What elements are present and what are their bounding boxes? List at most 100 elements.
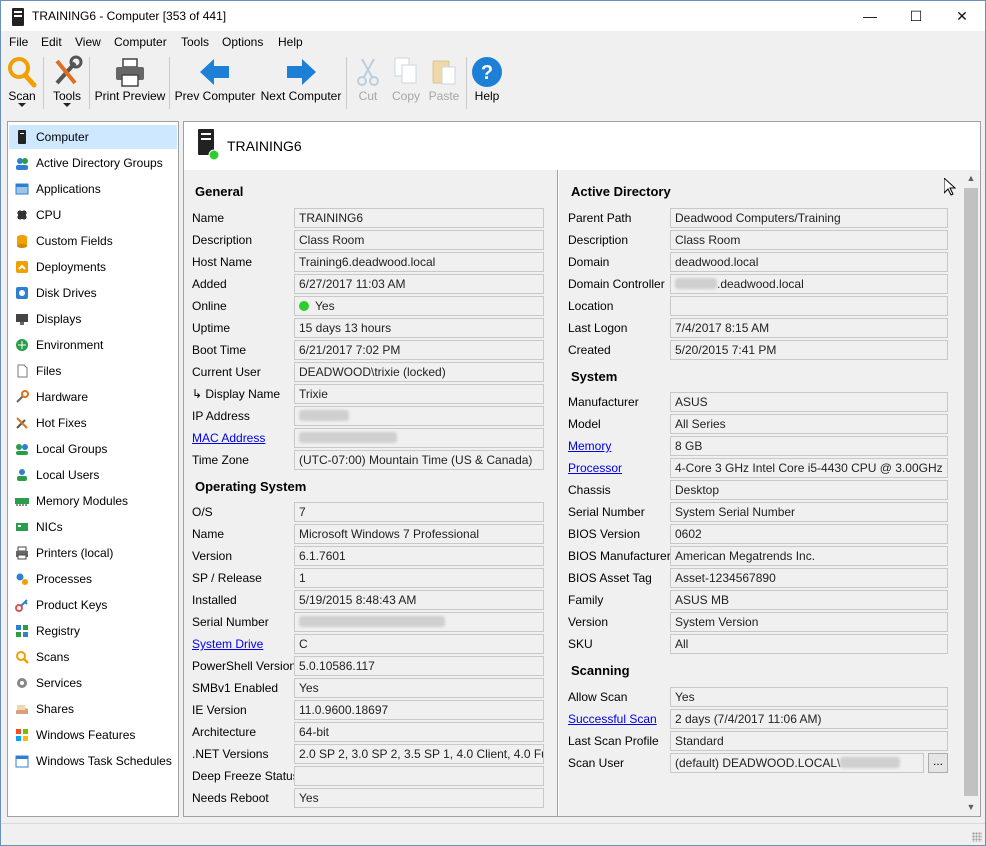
sidebar-item-processes[interactable]: Processes	[9, 567, 177, 591]
added-value: 6/27/2017 11:03 AM	[294, 274, 544, 294]
svg-text:?: ?	[481, 62, 493, 84]
sidebar-item-cpu[interactable]: CPU	[9, 203, 177, 227]
sidebar-item-displays[interactable]: Displays	[9, 307, 177, 331]
sidebar-item-services[interactable]: Services	[9, 671, 177, 695]
host-name-label: Host Name	[192, 255, 253, 269]
sidebar-item-disk-drives[interactable]: Disk Drives	[9, 281, 177, 305]
scroll-up-arrow-icon[interactable]: ▲	[962, 170, 980, 187]
sidebar-item-windows-task-schedules[interactable]: Windows Task Schedules	[9, 749, 177, 773]
redacted-value	[299, 432, 397, 443]
scrollbar-thumb[interactable]	[964, 188, 978, 796]
minimize-button[interactable]: —	[847, 1, 893, 31]
sidebar-item-label: Shares	[36, 702, 75, 716]
menu-tools[interactable]: Tools	[181, 35, 209, 49]
database-icon	[17, 235, 27, 248]
parent-path-value: Deadwood Computers/Training	[670, 208, 948, 228]
sidebar-nav: Computer Active Directory Groups Applicati…	[7, 121, 179, 817]
sidebar-item-applications[interactable]: Applications	[9, 177, 177, 201]
last-scan-profile-value: Standard	[670, 731, 948, 751]
toolbar-separator	[466, 57, 467, 109]
resize-grip-icon[interactable]	[972, 832, 982, 842]
tools-icon	[55, 55, 83, 85]
menu-view[interactable]: View	[75, 35, 101, 49]
computer-icon	[198, 129, 220, 161]
sidebar-item-shares[interactable]: Shares	[9, 697, 177, 721]
process-icon	[16, 573, 28, 585]
status-bar	[1, 823, 985, 845]
memory-value: 8 GB	[670, 436, 948, 456]
manufacturer-value: ASUS	[670, 392, 948, 412]
sidebar-item-windows-features[interactable]: Windows Features	[9, 723, 177, 747]
menu-options[interactable]: Options	[222, 35, 263, 49]
successful-scan-label[interactable]: Successful Scan	[568, 712, 657, 726]
scanning-section-title: Scanning	[571, 663, 630, 678]
system-drive-label[interactable]: System Drive	[192, 637, 263, 651]
computer-name-title: TRAINING6	[227, 138, 302, 154]
sidebar-item-hot-fixes[interactable]: Hot Fixes	[9, 411, 177, 435]
sidebar-item-deployments[interactable]: Deployments	[9, 255, 177, 279]
created-label: Created	[568, 343, 611, 357]
model-value: All Series	[670, 414, 948, 434]
version-label: Version	[192, 549, 233, 563]
system-drive-value: C	[294, 634, 544, 654]
bios-manufacturer-value: American Megatrends Inc.	[670, 546, 948, 566]
vertical-scrollbar[interactable]: ▲ ▼	[962, 170, 980, 816]
sidebar-item-active-directory-groups[interactable]: Active Directory Groups	[9, 151, 177, 175]
version-value: 6.1.7601	[294, 546, 544, 566]
browse-scan-user-button[interactable]: ...	[928, 753, 948, 773]
sidebar-item-custom-fields[interactable]: Custom Fields	[9, 229, 177, 253]
memory-icon	[15, 498, 29, 506]
ip-address-value	[294, 406, 544, 426]
copy-button[interactable]: Copy	[389, 55, 423, 111]
sidebar-item-printers-local[interactable]: Printers (local)	[9, 541, 177, 565]
cut-button[interactable]: Cut	[353, 55, 383, 111]
scan-button[interactable]: Scan	[5, 55, 39, 111]
tools-button[interactable]: Tools	[49, 55, 85, 111]
description-label: Description	[192, 233, 253, 247]
time-zone-value: (UTC-07:00) Mountain Time (US & Canada)	[294, 450, 544, 470]
nic-icon	[16, 523, 28, 531]
next-computer-button[interactable]: Next Computer	[259, 55, 343, 111]
sidebar-item-label: Computer	[36, 130, 89, 144]
deep-freeze-status-label: Deep Freeze Status	[192, 769, 299, 783]
sidebar-item-scans[interactable]: Scans	[9, 645, 177, 669]
sidebar-item-computer[interactable]: Computer	[9, 125, 177, 149]
prev-computer-button[interactable]: Prev Computer	[173, 55, 257, 111]
help-button[interactable]: ? Help	[470, 55, 504, 111]
details-content: General Name TRAINING6 Description Class Roo…	[184, 170, 962, 816]
menu-computer[interactable]: Computer	[114, 35, 167, 49]
sidebar-item-registry[interactable]: Registry	[9, 619, 177, 643]
bios-version-value: 0602	[670, 524, 948, 544]
sidebar-item-hardware[interactable]: Hardware	[9, 385, 177, 409]
sidebar-item-local-groups[interactable]: Local Groups	[9, 437, 177, 461]
ie-version-label: IE Version	[192, 703, 247, 717]
mac-address-label[interactable]: MAC Address	[192, 431, 265, 445]
scroll-down-arrow-icon[interactable]: ▼	[962, 799, 980, 816]
menu-edit[interactable]: Edit	[41, 35, 62, 49]
sidebar-item-product-keys[interactable]: Product Keys	[9, 593, 177, 617]
sidebar-item-local-users[interactable]: Local Users	[9, 463, 177, 487]
sidebar-item-label: Windows Task Schedules	[36, 754, 172, 768]
sidebar-item-environment[interactable]: Environment	[9, 333, 177, 357]
ip-address-label: IP Address	[192, 409, 250, 423]
environment-icon	[16, 339, 28, 351]
manufacturer-label: Manufacturer	[568, 395, 639, 409]
sidebar-item-nics[interactable]: NICs	[9, 515, 177, 539]
sidebar-item-memory-modules[interactable]: Memory Modules	[9, 489, 177, 513]
serial-number-value	[294, 612, 544, 632]
groups-icon	[16, 158, 28, 170]
hotfix-icon	[16, 417, 28, 429]
print-preview-button[interactable]: Print Preview	[94, 55, 166, 111]
memory-label[interactable]: Memory	[568, 439, 611, 453]
menu-help[interactable]: Help	[278, 35, 303, 49]
paste-button[interactable]: Paste	[427, 55, 461, 111]
sidebar-item-label: CPU	[36, 208, 62, 222]
processor-label[interactable]: Processor	[568, 461, 622, 475]
maximize-button[interactable]: ☐	[893, 1, 939, 31]
sidebar-item-label: Registry	[36, 624, 81, 638]
mouse-cursor-icon	[944, 178, 956, 196]
menu-file[interactable]: File	[9, 35, 28, 49]
sidebar-item-files[interactable]: Files	[9, 359, 177, 383]
sidebar-item-label: Active Directory Groups	[36, 156, 163, 170]
close-button[interactable]: ✕	[939, 1, 985, 31]
